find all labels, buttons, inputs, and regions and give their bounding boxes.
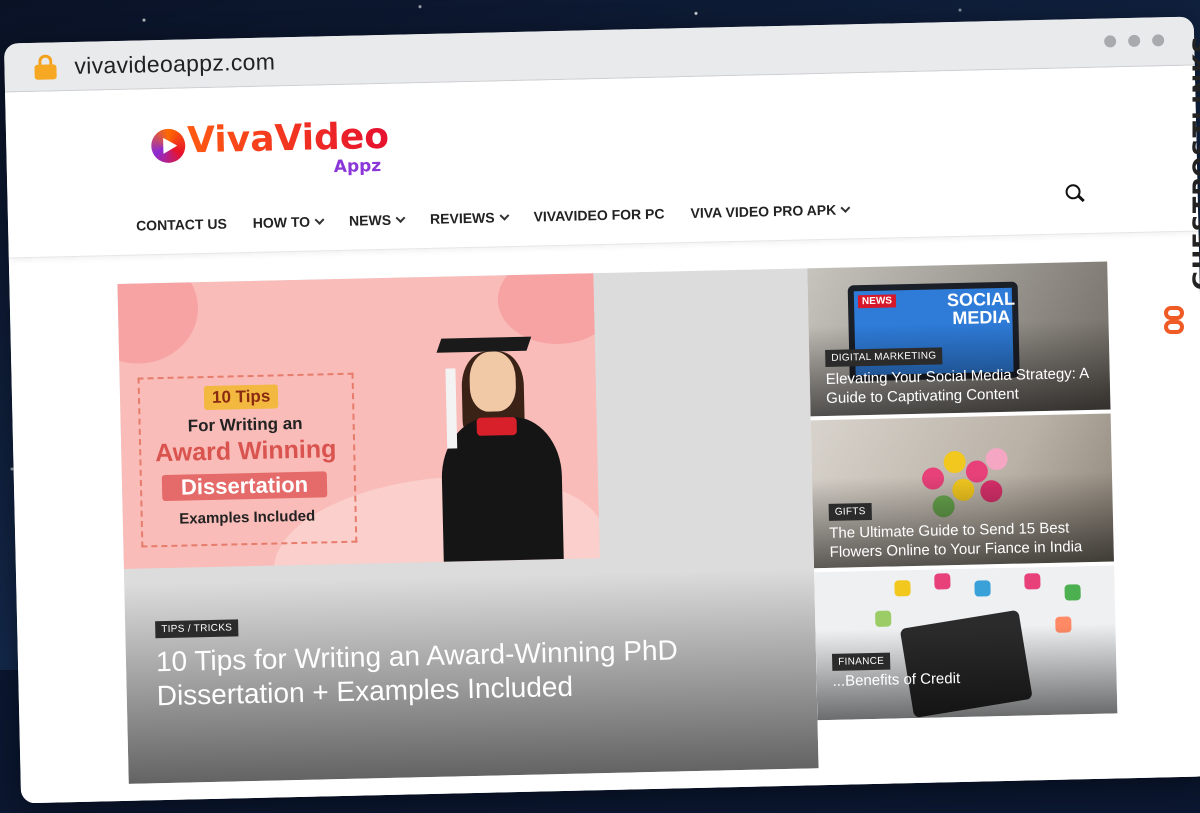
nav-item-vivavideo-for-pc[interactable]: VIVAVIDEO FOR PC <box>520 205 677 225</box>
side-post-title[interactable]: The Ultimate Guide to Send 15 Best Flowe… <box>829 518 1100 562</box>
nav-item-label: CONTACT US <box>135 215 227 234</box>
window-dot-icon[interactable] <box>1152 34 1165 47</box>
nav-item-news[interactable]: NEWS <box>336 211 417 229</box>
finance-icon <box>934 573 951 590</box>
promo-badge: 10 Tips <box>203 384 279 411</box>
graduate-illustration <box>436 336 584 569</box>
link-icon <box>1164 306 1188 342</box>
website: VivaVideo Appz CONTACT US HOW TO NEWS RE… <box>5 65 1200 804</box>
site-header: VivaVideo Appz CONTACT US HOW TO NEWS RE… <box>5 65 1199 259</box>
category-tag[interactable]: TIPS / TRICKS <box>155 619 239 639</box>
side-post[interactable]: NEWS SOCIAL MEDIA DIGITAL MARKETING Elev… <box>807 261 1111 417</box>
nav-item-label: VIVA VIDEO PRO APK <box>690 201 837 221</box>
image-text: NEWS <box>857 294 897 309</box>
window-controls <box>1104 34 1165 48</box>
nav-item-how-to[interactable]: HOW TO <box>240 213 337 231</box>
finance-icon <box>875 610 892 627</box>
featured-post-title[interactable]: 10 Tips for Writing an Award-Winning PhD… <box>156 631 777 713</box>
chevron-down-icon <box>314 214 325 225</box>
featured-image: 10 Tips For Writing an Award Winning Dis… <box>117 273 600 569</box>
watermark-text: GUESTPOSTLINKS <box>1188 34 1200 290</box>
chevron-down-icon <box>840 203 851 213</box>
finance-icon <box>894 580 911 597</box>
promo-line: Award Winning <box>154 435 337 468</box>
nav-item-viva-video-pro-apk[interactable]: VIVA VIDEO PRO APK <box>677 201 862 221</box>
nav-item-label: HOW TO <box>252 213 311 231</box>
featured-post[interactable]: 10 Tips For Writing an Award Winning Dis… <box>117 268 819 784</box>
finance-icon <box>1064 584 1081 601</box>
chevron-down-icon <box>499 210 510 221</box>
browser-frame: vivavideoappz.com VivaVideo Appz CONTACT… <box>3 16 1200 804</box>
browser-window: vivavideoappz.com VivaVideo Appz CONTACT… <box>0 0 1200 813</box>
finance-icon <box>974 580 991 597</box>
chevron-down-icon <box>395 213 406 224</box>
nav-item-reviews[interactable]: REVIEWS <box>417 209 521 227</box>
url-text[interactable]: vivavideoappz.com <box>74 48 275 80</box>
window-dot-icon[interactable] <box>1104 35 1117 48</box>
play-logo-icon <box>150 128 186 164</box>
nav-item-label: VIVAVIDEO FOR PC <box>533 205 665 225</box>
logo-name: VivaVideo <box>186 115 390 162</box>
finance-icon <box>1024 573 1041 590</box>
promo-line: Dissertation <box>161 471 328 502</box>
side-post-title[interactable]: Elevating Your Social Media Strategy: A … <box>826 364 1097 408</box>
side-post[interactable]: FINANCE ...Benefits of Credit <box>814 565 1118 721</box>
featured-grid: 10 Tips For Writing an Award Winning Dis… <box>9 251 1200 798</box>
category-tag[interactable]: DIGITAL MARKETING <box>825 347 943 367</box>
main-nav: CONTACT US HOW TO NEWS REVIEWS VIVAVIDEO… <box>123 201 862 234</box>
category-tag[interactable]: FINANCE <box>831 652 891 671</box>
logo-sub: Appz <box>333 155 382 178</box>
lock-icon <box>34 54 57 80</box>
window-dot-icon[interactable] <box>1128 34 1141 48</box>
nav-item-contact-us[interactable]: CONTACT US <box>123 215 240 234</box>
nav-item-label: NEWS <box>348 211 392 229</box>
category-tag[interactable]: GIFTS <box>828 502 872 521</box>
side-post[interactable]: GIFTS The Ultimate Guide to Send 15 Best… <box>810 413 1114 569</box>
search-icon[interactable] <box>1065 184 1085 204</box>
nav-item-label: REVIEWS <box>429 209 495 227</box>
watermark: GUESTPOSTLINKS <box>1150 35 1200 358</box>
